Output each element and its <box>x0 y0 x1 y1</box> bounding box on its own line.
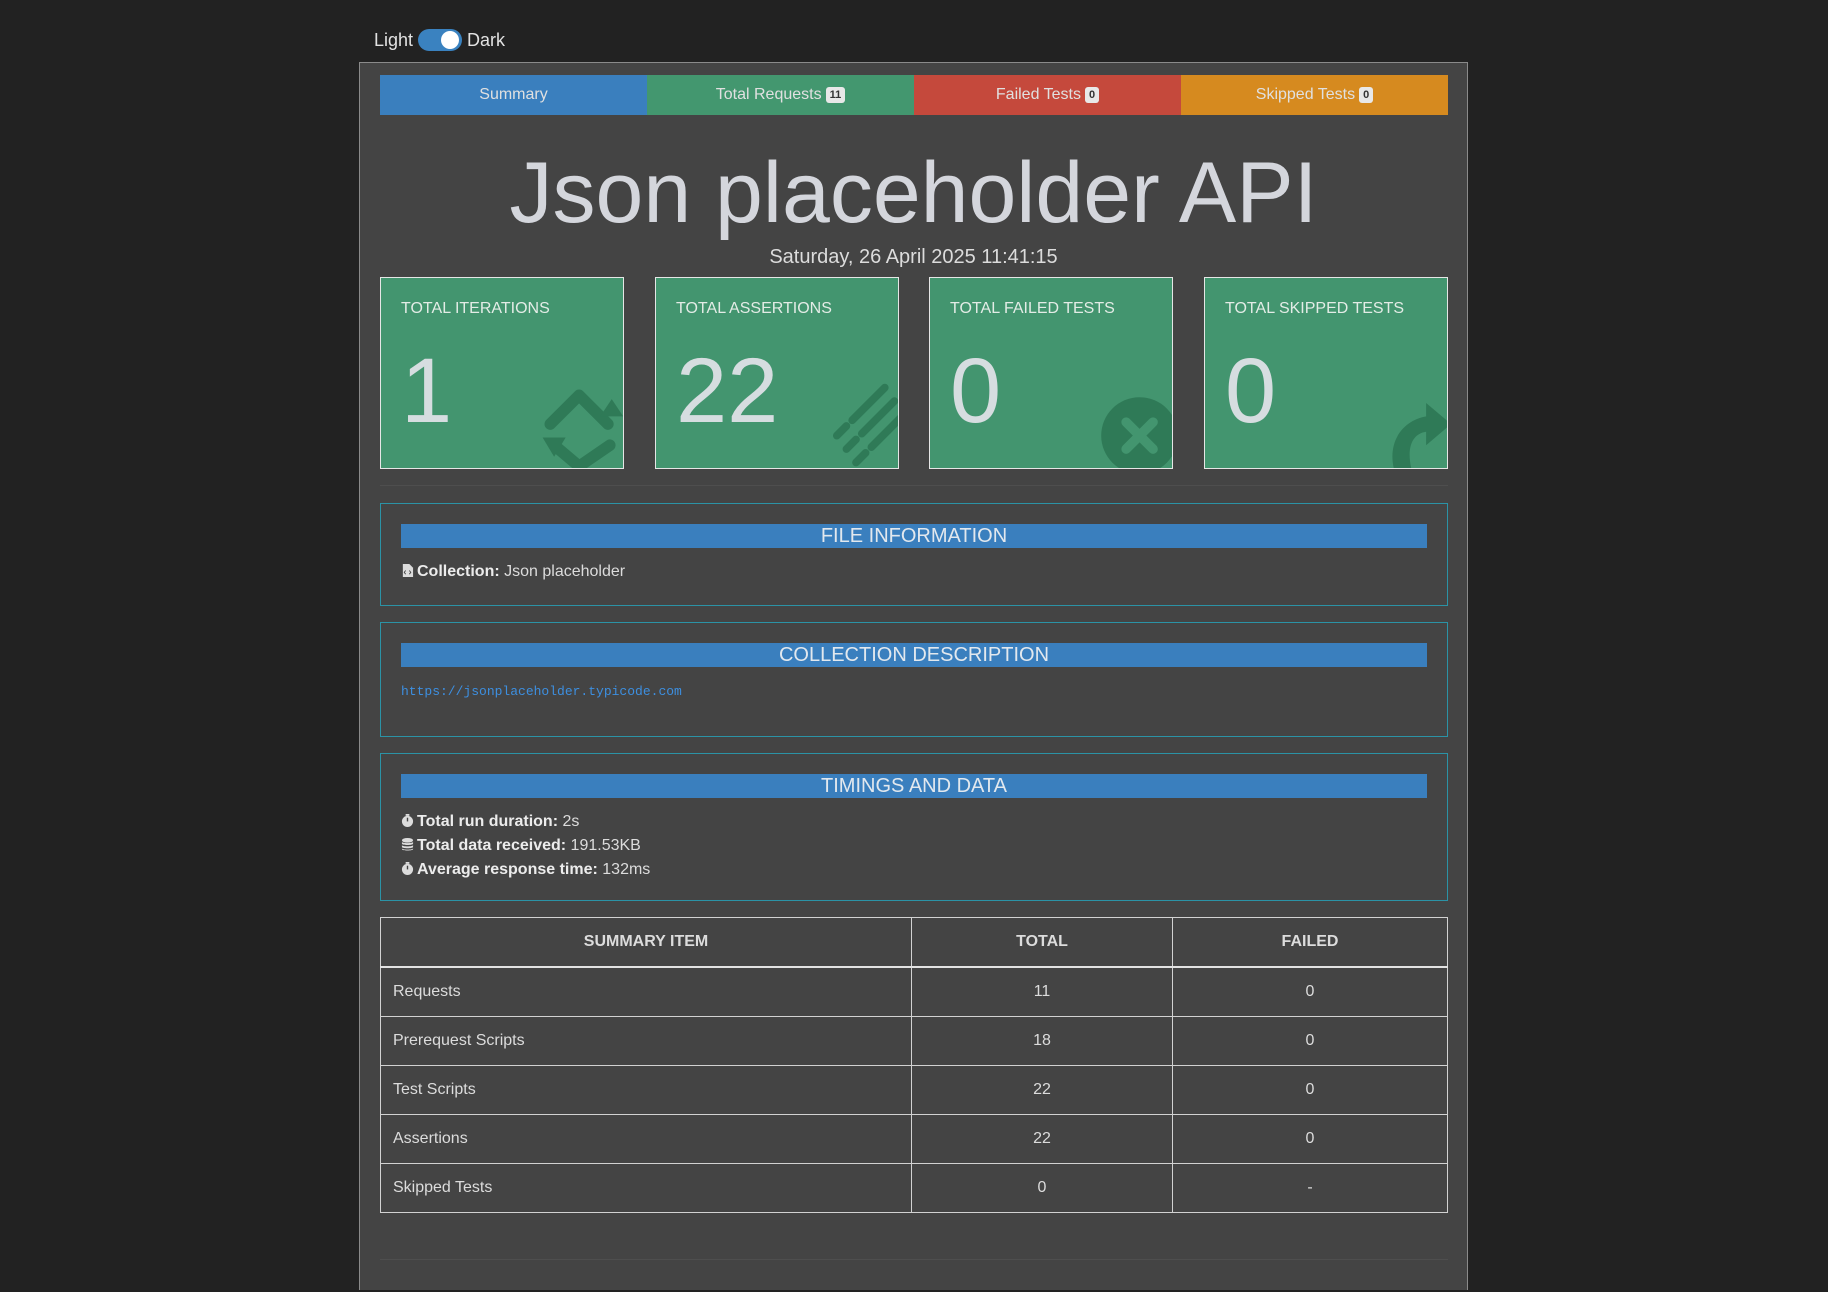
panel-body: https://jsonplaceholder.typicode.com <box>401 679 1427 704</box>
sync-icon <box>542 389 623 468</box>
timing-value: 191.53KB <box>570 837 641 854</box>
divider <box>380 485 1448 486</box>
tab-summary-label: Summary <box>479 86 548 103</box>
collection-link[interactable]: https://jsonplaceholder.typicode.com <box>401 684 682 699</box>
summary-item-cell: Requests <box>380 966 912 1017</box>
stopwatch-icon <box>401 814 414 827</box>
failed-cell: 0 <box>1172 1065 1448 1115</box>
switch-knob <box>441 31 460 49</box>
timing-item: Total data received: 191.53KB <box>401 834 1427 858</box>
nav-tabs: Summary Total Requests 11 Failed Tests 0… <box>380 75 1448 115</box>
panel-heading: FILE INFORMATION <box>401 524 1427 548</box>
table-row: Requests 11 0 <box>380 966 1448 1017</box>
database-icon <box>401 838 414 851</box>
failed-tests-badge: 0 <box>1084 87 1100 103</box>
timing-label: Total data received: <box>417 837 567 854</box>
list-icon <box>832 383 898 467</box>
share-arrow-icon <box>1392 402 1447 468</box>
total-cell: 0 <box>911 1163 1173 1213</box>
total-requests-badge: 11 <box>825 87 846 103</box>
timing-item: Average response time: 132ms <box>401 858 1427 882</box>
stat-cards: TOTAL ITERATIONS 1 TOTAL ASSERTIONS 22 T… <box>380 277 1448 469</box>
collection-description-panel: COLLECTION DESCRIPTION https://jsonplace… <box>380 622 1448 737</box>
timing-label: Total run duration: <box>417 813 559 830</box>
column-header: FAILED <box>1172 917 1448 968</box>
skipped-tests-badge: 0 <box>1359 87 1374 103</box>
column-header: TOTAL <box>911 917 1173 968</box>
light-label: Light <box>374 29 414 50</box>
failed-cell: 0 <box>1172 966 1448 1017</box>
report-date: Saturday, 26 April 2025 11:41:15 <box>769 246 1058 268</box>
report-container: Summary Total Requests 11 Failed Tests 0… <box>359 62 1468 1290</box>
dark-mode-switch[interactable] <box>418 29 463 51</box>
card-label: TOTAL SKIPPED TESTS <box>1225 300 1405 317</box>
total-cell: 22 <box>911 1065 1173 1115</box>
table-row: Assertions 22 0 <box>380 1114 1448 1164</box>
times-circle-icon <box>1101 397 1172 468</box>
summary-item-cell: Skipped Tests <box>380 1163 912 1213</box>
total-cell: 22 <box>911 1114 1173 1164</box>
timing-value: 2s <box>562 813 580 830</box>
collection-value: Json placeholder <box>504 563 626 580</box>
panel-body: Total run duration: 2s Total data receiv… <box>401 810 1427 882</box>
failed-cell: 0 <box>1172 1114 1448 1164</box>
panel-body: Collection: Json placeholder <box>401 560 1427 584</box>
card-value: 1 <box>401 340 453 442</box>
card-value: 0 <box>950 340 1002 442</box>
page-title: Json placeholder API <box>509 145 1318 241</box>
stopwatch-icon <box>401 862 414 875</box>
table-row: Test Scripts 22 0 <box>380 1065 1448 1115</box>
card-label: TOTAL FAILED TESTS <box>950 300 1115 317</box>
divider <box>380 1259 1448 1260</box>
card-label: TOTAL ITERATIONS <box>401 300 550 317</box>
file-information-panel: FILE INFORMATION Collection: Json placeh… <box>380 503 1448 606</box>
card-total-failed-tests: TOTAL FAILED TESTS 0 <box>929 277 1173 469</box>
tab-failed-tests[interactable]: Failed Tests 0 <box>914 75 1181 115</box>
summary-item-cell: Test Scripts <box>380 1065 912 1115</box>
total-cell: 18 <box>911 1016 1173 1066</box>
card-value: 22 <box>676 340 779 442</box>
timing-label: Average response time: <box>417 861 598 878</box>
summary-item-cell: Prerequest Scripts <box>380 1016 912 1066</box>
card-total-skipped-tests: TOTAL SKIPPED TESTS 0 <box>1204 277 1448 469</box>
tab-total-requests[interactable]: Total Requests 11 <box>647 75 914 115</box>
panel-heading: COLLECTION DESCRIPTION <box>401 643 1427 667</box>
panel-heading: TIMINGS AND DATA <box>401 774 1427 798</box>
tab-summary[interactable]: Summary <box>380 75 647 115</box>
dark-label: Dark <box>467 29 506 50</box>
file-code-icon <box>402 564 414 577</box>
failed-cell: - <box>1172 1163 1448 1213</box>
tab-total-requests-label: Total Requests <box>715 86 822 103</box>
table-header-row: SUMMARY ITEM TOTAL FAILED <box>380 917 1448 968</box>
tab-skipped-tests[interactable]: Skipped Tests 0 <box>1181 75 1448 115</box>
collection-label: Collection: <box>417 563 500 580</box>
card-value: 0 <box>1225 340 1277 442</box>
total-cell: 11 <box>911 966 1173 1017</box>
card-total-assertions: TOTAL ASSERTIONS 22 <box>655 277 899 469</box>
card-total-iterations: TOTAL ITERATIONS 1 <box>380 277 624 469</box>
failed-cell: 0 <box>1172 1016 1448 1066</box>
timing-value: 132ms <box>602 861 651 878</box>
theme-toggle[interactable]: Light Dark <box>374 29 505 51</box>
column-header: SUMMARY ITEM <box>380 917 912 968</box>
summary-table: SUMMARY ITEM TOTAL FAILED Requests 11 0 … <box>380 917 1448 1213</box>
tab-failed-tests-label: Failed Tests <box>995 86 1081 103</box>
timing-item: Total run duration: 2s <box>401 810 1427 834</box>
tab-skipped-tests-label: Skipped Tests <box>1255 86 1356 103</box>
card-label: TOTAL ASSERTIONS <box>676 300 832 317</box>
table-row: Prerequest Scripts 18 0 <box>380 1016 1448 1066</box>
table-row: Skipped Tests 0 - <box>380 1163 1448 1213</box>
timings-and-data-panel: TIMINGS AND DATA Total run duration: 2s … <box>380 753 1448 901</box>
summary-item-cell: Assertions <box>380 1114 912 1164</box>
